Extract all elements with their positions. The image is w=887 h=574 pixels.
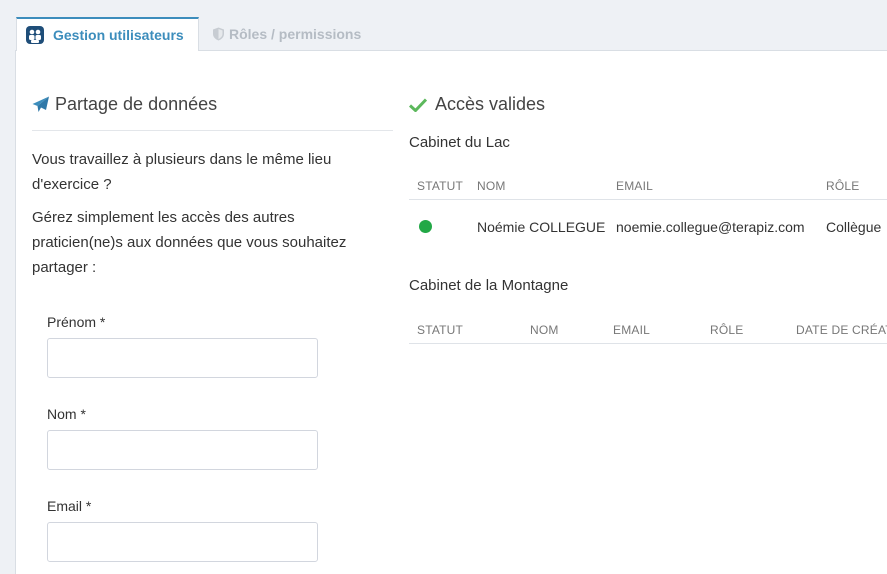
table-header-divider xyxy=(409,343,887,344)
shield-icon xyxy=(212,27,225,41)
acces-valides-title: Accès valides xyxy=(409,94,545,115)
header-clip: DATE DE CRÉATION xyxy=(796,323,887,337)
row-name: Noémie COLLEGUE xyxy=(477,219,606,235)
main-panel: Partage de données Vous travaillez à plu… xyxy=(15,51,887,574)
column-header: EMAIL xyxy=(616,179,654,193)
prenom-field[interactable] xyxy=(47,338,318,378)
status-indicator xyxy=(419,220,432,233)
section-divider xyxy=(32,130,393,131)
intro-text-1: Vous travaillez à plusieurs dans le même… xyxy=(32,151,332,193)
column-header: EMAIL xyxy=(613,323,651,337)
paper-plane-icon xyxy=(32,96,50,113)
cabinet-name: Cabinet de la Montagne xyxy=(409,277,569,294)
prenom-label: Prénom * xyxy=(47,314,106,330)
check-icon xyxy=(409,97,427,112)
email-label: Email * xyxy=(47,498,92,514)
tab-roles-permissions[interactable]: Rôles / permissions xyxy=(212,17,361,51)
row-role: Collègue xyxy=(826,219,882,235)
column-header: STATUT xyxy=(417,179,464,193)
users-icon xyxy=(25,25,45,45)
column-header: NOM xyxy=(530,323,559,337)
column-header: STATUT xyxy=(417,323,464,337)
column-header: RÔLE xyxy=(710,323,744,337)
partage-title: Partage de données xyxy=(32,94,217,115)
tab-gestion-utilisateurs[interactable]: Gestion utilisateurs xyxy=(16,17,199,51)
row-email: noemie.collegue@terapiz.com xyxy=(616,219,805,235)
tab-label: Rôles / permissions xyxy=(229,26,362,42)
cabinet-name: Cabinet du Lac xyxy=(409,134,510,151)
section-title: Accès valides xyxy=(435,94,546,114)
column-header: NOM xyxy=(477,179,506,193)
intro-text-2: Gérez simplement les accès des autres pr… xyxy=(32,209,347,276)
section-title: Partage de données xyxy=(55,94,218,114)
nom-field[interactable] xyxy=(47,430,318,470)
column-header: RÔLE xyxy=(826,179,860,193)
column-header: DATE DE CRÉATION xyxy=(796,323,887,337)
email-field[interactable] xyxy=(47,522,318,562)
table-header-divider xyxy=(409,199,887,200)
tab-label: Gestion utilisateurs xyxy=(53,27,184,43)
nom-label: Nom * xyxy=(47,406,86,422)
